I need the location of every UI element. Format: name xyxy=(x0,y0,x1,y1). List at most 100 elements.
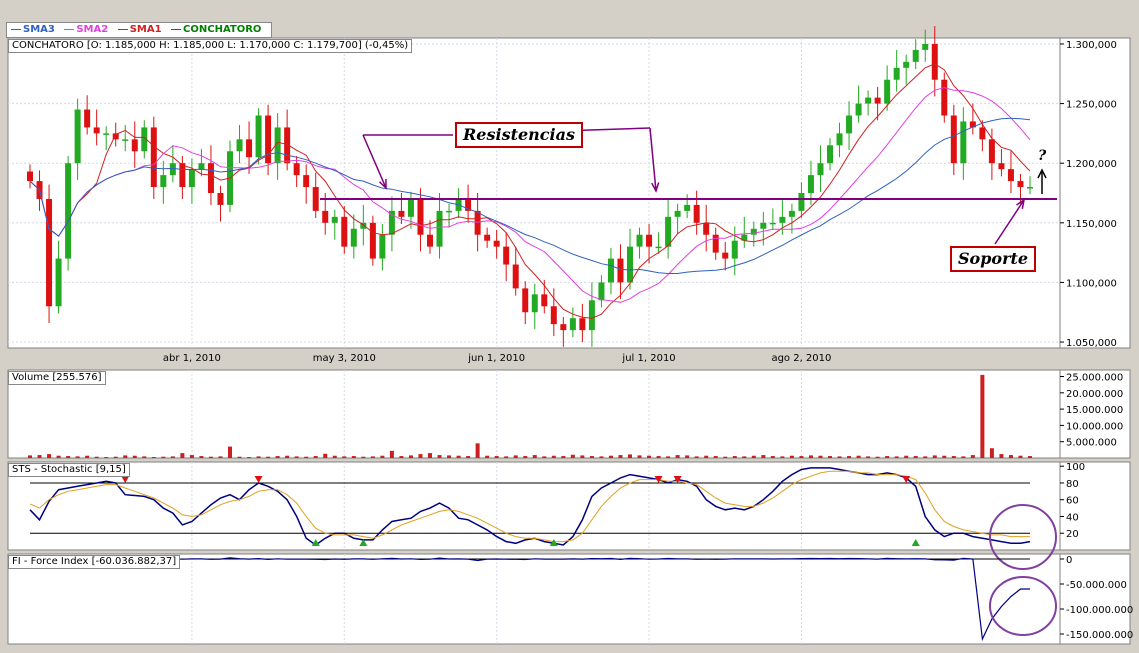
volume-bar xyxy=(561,456,566,458)
volume-bar xyxy=(742,456,747,458)
candle xyxy=(493,240,500,247)
volume-bar xyxy=(304,456,309,458)
candle xyxy=(941,79,948,116)
candle xyxy=(84,109,91,128)
volume-bar xyxy=(656,456,661,458)
legend-item-sma2[interactable]: SMA2 xyxy=(64,24,108,35)
candle xyxy=(779,216,786,223)
x-tick-label: ago 2, 2010 xyxy=(771,353,831,364)
volume-bar xyxy=(151,457,156,458)
legend-item-sma3[interactable]: SMA3 xyxy=(11,24,55,35)
volume-bar xyxy=(104,457,109,458)
candle xyxy=(703,222,710,235)
stochastic-y-tick-label: 100 xyxy=(1066,462,1085,473)
candle xyxy=(427,234,433,247)
candle xyxy=(407,198,414,217)
candle xyxy=(646,234,653,247)
candle xyxy=(160,175,167,188)
candle xyxy=(331,216,338,223)
volume-bar xyxy=(66,456,71,458)
volume-bar xyxy=(180,453,185,458)
candle xyxy=(122,139,129,141)
y-tick-label: 1.100,000 xyxy=(1066,278,1117,289)
candle xyxy=(398,210,405,217)
candle xyxy=(522,288,529,313)
stochastic-y-tick-label: 60 xyxy=(1066,496,1079,507)
volume-bar xyxy=(28,455,32,458)
volume-bar xyxy=(256,456,261,458)
candle xyxy=(636,234,643,247)
y-tick-label: 1.050,000 xyxy=(1066,338,1117,349)
candle xyxy=(855,103,862,116)
volume-bar xyxy=(532,455,537,458)
candle xyxy=(731,240,738,259)
volume-bar xyxy=(418,454,423,458)
candle xyxy=(836,133,843,146)
x-tick-label: may 3, 2010 xyxy=(313,353,376,364)
volume-bar xyxy=(218,456,223,458)
volume-bar xyxy=(294,456,299,458)
volume-y-tick-label: 5.000.000 xyxy=(1066,438,1117,449)
volume-bar xyxy=(761,455,766,458)
candle xyxy=(55,258,62,307)
volume-bar xyxy=(828,456,832,458)
candle xyxy=(303,175,310,188)
legend-item-conchatoro[interactable]: CONCHATORO xyxy=(171,24,261,35)
volume-y-tick-label: 15.000.000 xyxy=(1066,405,1123,416)
volume-bar xyxy=(932,455,937,458)
candle xyxy=(131,139,138,152)
y-tick-label: 1.300,000 xyxy=(1066,40,1117,51)
volume-bar xyxy=(370,456,375,458)
candle xyxy=(665,216,672,247)
volume-bar xyxy=(513,455,518,458)
candle xyxy=(912,49,919,62)
volume-bar xyxy=(94,456,99,458)
stochastic-panel-label: STS - Stochastic [9,15] xyxy=(8,463,130,477)
candle xyxy=(588,300,595,331)
candle xyxy=(46,198,53,307)
volume-bar xyxy=(1008,455,1013,458)
candle xyxy=(474,210,481,235)
y-tick-label: 1.150,000 xyxy=(1066,219,1117,230)
candle xyxy=(503,246,510,265)
volume-bar xyxy=(47,454,52,458)
volume-bar xyxy=(913,456,918,458)
force-index-y-tick-label: -50.000.000 xyxy=(1066,580,1127,591)
candle xyxy=(722,252,729,259)
y-tick-label: 1.200,000 xyxy=(1066,159,1117,170)
candle xyxy=(750,228,757,235)
candle xyxy=(293,163,300,176)
volume-bar xyxy=(837,456,842,458)
candle xyxy=(979,127,986,140)
candle xyxy=(617,258,624,283)
stochastic-y-tick-label: 80 xyxy=(1066,479,1079,490)
volume-bar xyxy=(980,374,985,458)
volume-bar xyxy=(247,457,252,458)
volume-bar xyxy=(723,456,728,458)
candle xyxy=(93,127,100,134)
candle xyxy=(950,115,957,164)
candle xyxy=(988,139,995,164)
candle xyxy=(188,169,195,188)
volume-bar xyxy=(666,456,671,458)
volume-bar xyxy=(323,453,328,458)
volume-bar xyxy=(751,455,756,458)
volume-bar xyxy=(875,456,880,458)
candle xyxy=(379,234,386,259)
volume-bar xyxy=(456,455,461,458)
legend-item-sma1[interactable]: SMA1 xyxy=(117,24,162,35)
price-panel-axis xyxy=(1059,37,1131,349)
candle xyxy=(217,193,224,205)
volume-bar xyxy=(989,448,994,458)
volume-bar xyxy=(113,456,118,458)
volume-bar xyxy=(123,455,128,458)
candle xyxy=(769,222,776,225)
volume-bar xyxy=(475,443,480,458)
volume-bar xyxy=(770,456,775,458)
volume-bar xyxy=(970,455,975,458)
candle xyxy=(931,43,938,80)
volume-bar xyxy=(504,456,509,458)
candle xyxy=(103,133,110,135)
volume-bar xyxy=(808,455,813,458)
volume-bar xyxy=(551,455,556,458)
